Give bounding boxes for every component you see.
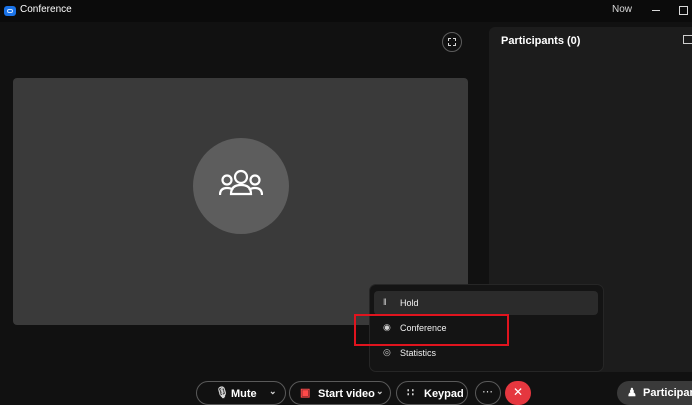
app-logo-icon: [4, 6, 16, 16]
mute-button[interactable]: 🎙 Mute ⌄: [196, 381, 286, 405]
participants-title: Participants (0): [501, 35, 581, 47]
group-icon: [219, 169, 263, 196]
window-title: Conference: [20, 4, 72, 15]
menu-item-hold[interactable]: ‖ Hold: [374, 291, 598, 315]
popout-icon[interactable]: [683, 35, 692, 44]
close-icon: ✕: [513, 385, 524, 399]
keypad-button[interactable]: ∷ Keypad: [396, 381, 468, 405]
group-avatar: [193, 138, 289, 234]
participants-button-label: Participants: [643, 387, 692, 399]
keypad-icon: ∷: [407, 387, 414, 399]
minimize-button[interactable]: [650, 4, 662, 16]
chevron-down-icon[interactable]: ⌄: [376, 386, 384, 397]
video-off-icon: ▣: [300, 387, 311, 399]
more-options-button[interactable]: ⋯: [475, 381, 501, 405]
mute-label: Mute: [231, 388, 257, 400]
title-bar: Conference Now: [0, 0, 692, 22]
participants-button[interactable]: ♟ Participants: [617, 381, 692, 405]
start-video-button[interactable]: ▣ Start video ⌄: [289, 381, 391, 405]
now-label: Now: [612, 4, 633, 15]
hang-up-button[interactable]: ✕: [505, 381, 531, 405]
fullscreen-icon: [448, 38, 456, 46]
fullscreen-button[interactable]: [442, 32, 462, 52]
pause-icon: ‖: [383, 297, 387, 307]
chevron-down-icon[interactable]: ⌄: [269, 386, 277, 397]
highlight-box: [354, 314, 509, 346]
keypad-label: Keypad: [424, 388, 464, 400]
menu-item-label: Statistics: [400, 348, 437, 358]
statistics-icon: ◎: [383, 347, 391, 357]
microphone-icon: 🎙: [215, 387, 229, 399]
maximize-button[interactable]: [676, 3, 688, 15]
start-video-label: Start video: [318, 388, 375, 400]
person-icon: ♟: [627, 387, 637, 399]
menu-item-label: Hold: [400, 298, 419, 308]
ellipsis-icon: ⋯: [482, 386, 493, 398]
